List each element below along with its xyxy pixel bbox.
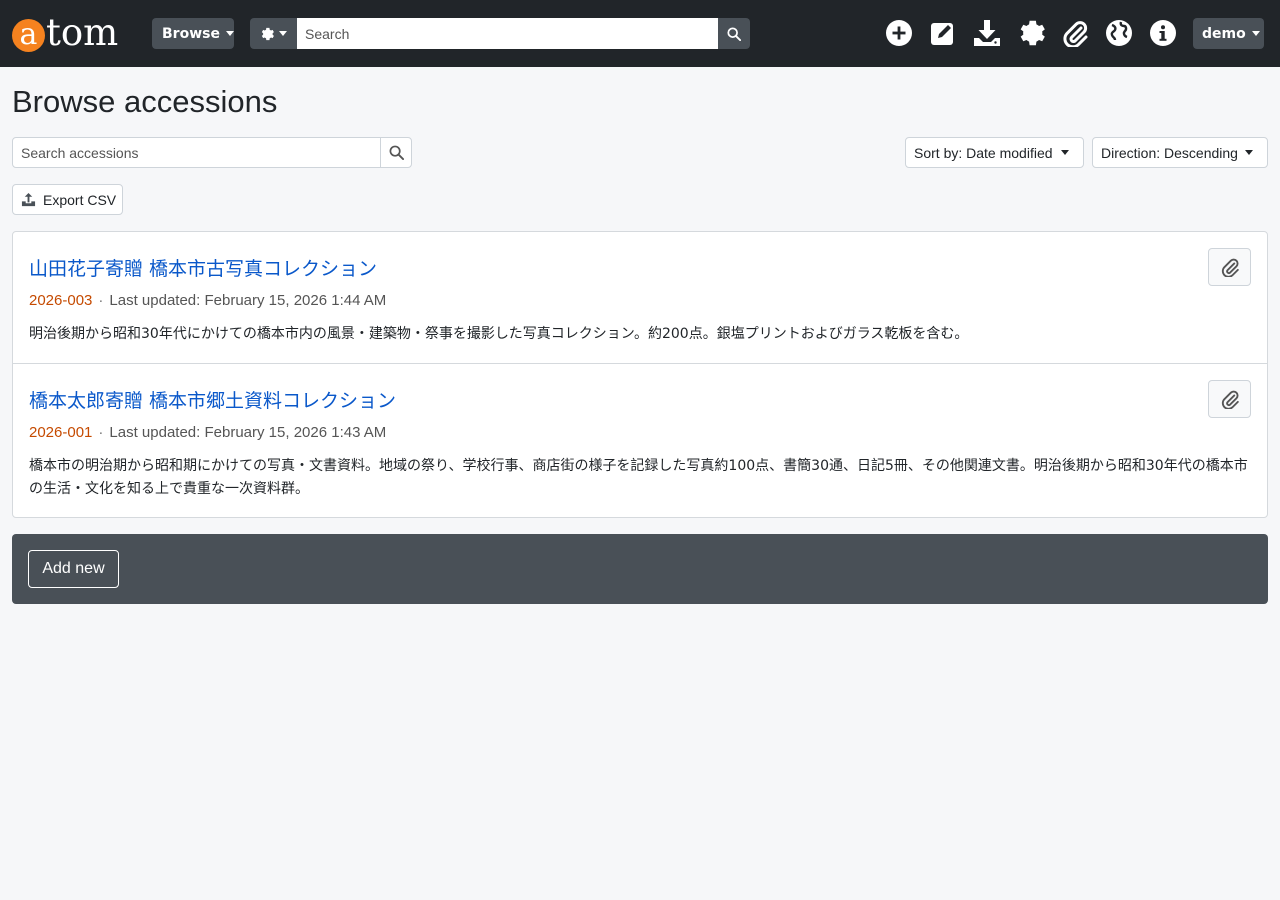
atom-logo[interactable]: a tom [12,12,118,52]
page-title: Browse accessions [12,84,278,119]
gear-icon[interactable] [1016,18,1046,48]
result-title-link[interactable]: 橋本太郎寄贈 橋本市郷土資料コレクション [29,386,396,413]
export-csv-label: Export CSV [43,191,117,208]
logo-a-mark: a [12,19,45,52]
result-meta: 2026-001 · Last updated: February 15, 2026… [29,424,386,441]
paperclip-icon [1221,390,1239,409]
chevron-down-icon [1060,150,1069,155]
result-identifier: 2026-003 [29,292,93,309]
result-title-link[interactable]: 山田花子寄贈 橋本市古写真コレクション [29,254,377,281]
result-item: 橋本太郎寄贈 橋本市郷土資料コレクション 2026-001 · Last updat… [13,363,1267,518]
top-navbar: a tom Browse demo [0,0,1280,67]
logo-wordmark: tom [46,11,119,54]
chevron-down-icon [279,31,287,36]
global-search [250,18,750,49]
chevron-down-icon [1251,31,1260,36]
result-meta: 2026-003 · Last updated: February 15, 2026… [29,292,386,309]
chevron-down-icon [1244,150,1253,155]
browse-menu-button[interactable]: Browse [152,18,234,49]
accession-search-submit[interactable] [380,138,411,167]
edit-icon[interactable] [928,18,958,48]
user-menu-button[interactable]: demo [1193,18,1264,49]
actions-bar: Add new [12,534,1268,604]
gear-icon [261,27,274,40]
browse-label: Browse [162,25,220,42]
add-to-clipboard-button[interactable] [1208,380,1251,418]
accession-search-input[interactable] [13,138,380,167]
meta-separator: · [98,424,104,441]
results-list: 山田花子寄贈 橋本市古写真コレクション 2026-003 · Last update… [12,231,1268,518]
sort-by-label: Sort by: Date modified [914,144,1053,161]
export-csv-button[interactable]: Export CSV [12,184,123,215]
direction-label: Direction: Descending [1101,144,1238,161]
download-icon[interactable] [972,18,1002,48]
global-search-submit[interactable] [718,18,750,49]
info-icon[interactable] [1148,18,1178,48]
globe-icon[interactable] [1104,18,1134,48]
result-updated: Last updated: February 15, 2026 1:44 AM [109,292,387,309]
paperclip-icon[interactable] [1060,18,1090,48]
result-item: 山田花子寄贈 橋本市古写真コレクション 2026-003 · Last update… [13,232,1267,363]
result-description: 明治後期から昭和30年代にかけての橋本市内の風景・建築物・祭事を撮影した写真コレ… [29,326,969,342]
search-icon [727,26,741,41]
result-description: 橋本市の明治期から昭和期にかけての写真・文書資料。地域の祭り、学校行事、商店街の… [29,458,1248,497]
upload-icon [21,192,36,207]
meta-separator: · [98,292,104,309]
user-label: demo [1202,25,1246,42]
paperclip-icon [1221,258,1239,277]
accession-search [12,137,412,168]
result-identifier: 2026-001 [29,424,93,441]
chevron-down-icon [225,31,234,36]
search-options-button[interactable] [250,18,297,49]
result-updated: Last updated: February 15, 2026 1:43 AM [109,424,387,441]
add-new-button[interactable]: Add new [28,550,119,588]
direction-dropdown[interactable]: Direction: Descending [1092,137,1268,168]
global-search-input[interactable] [297,18,718,49]
sort-by-dropdown[interactable]: Sort by: Date modified [905,137,1084,168]
plus-circle-icon[interactable] [884,18,914,48]
search-icon [389,145,404,160]
add-to-clipboard-button[interactable] [1208,248,1251,286]
